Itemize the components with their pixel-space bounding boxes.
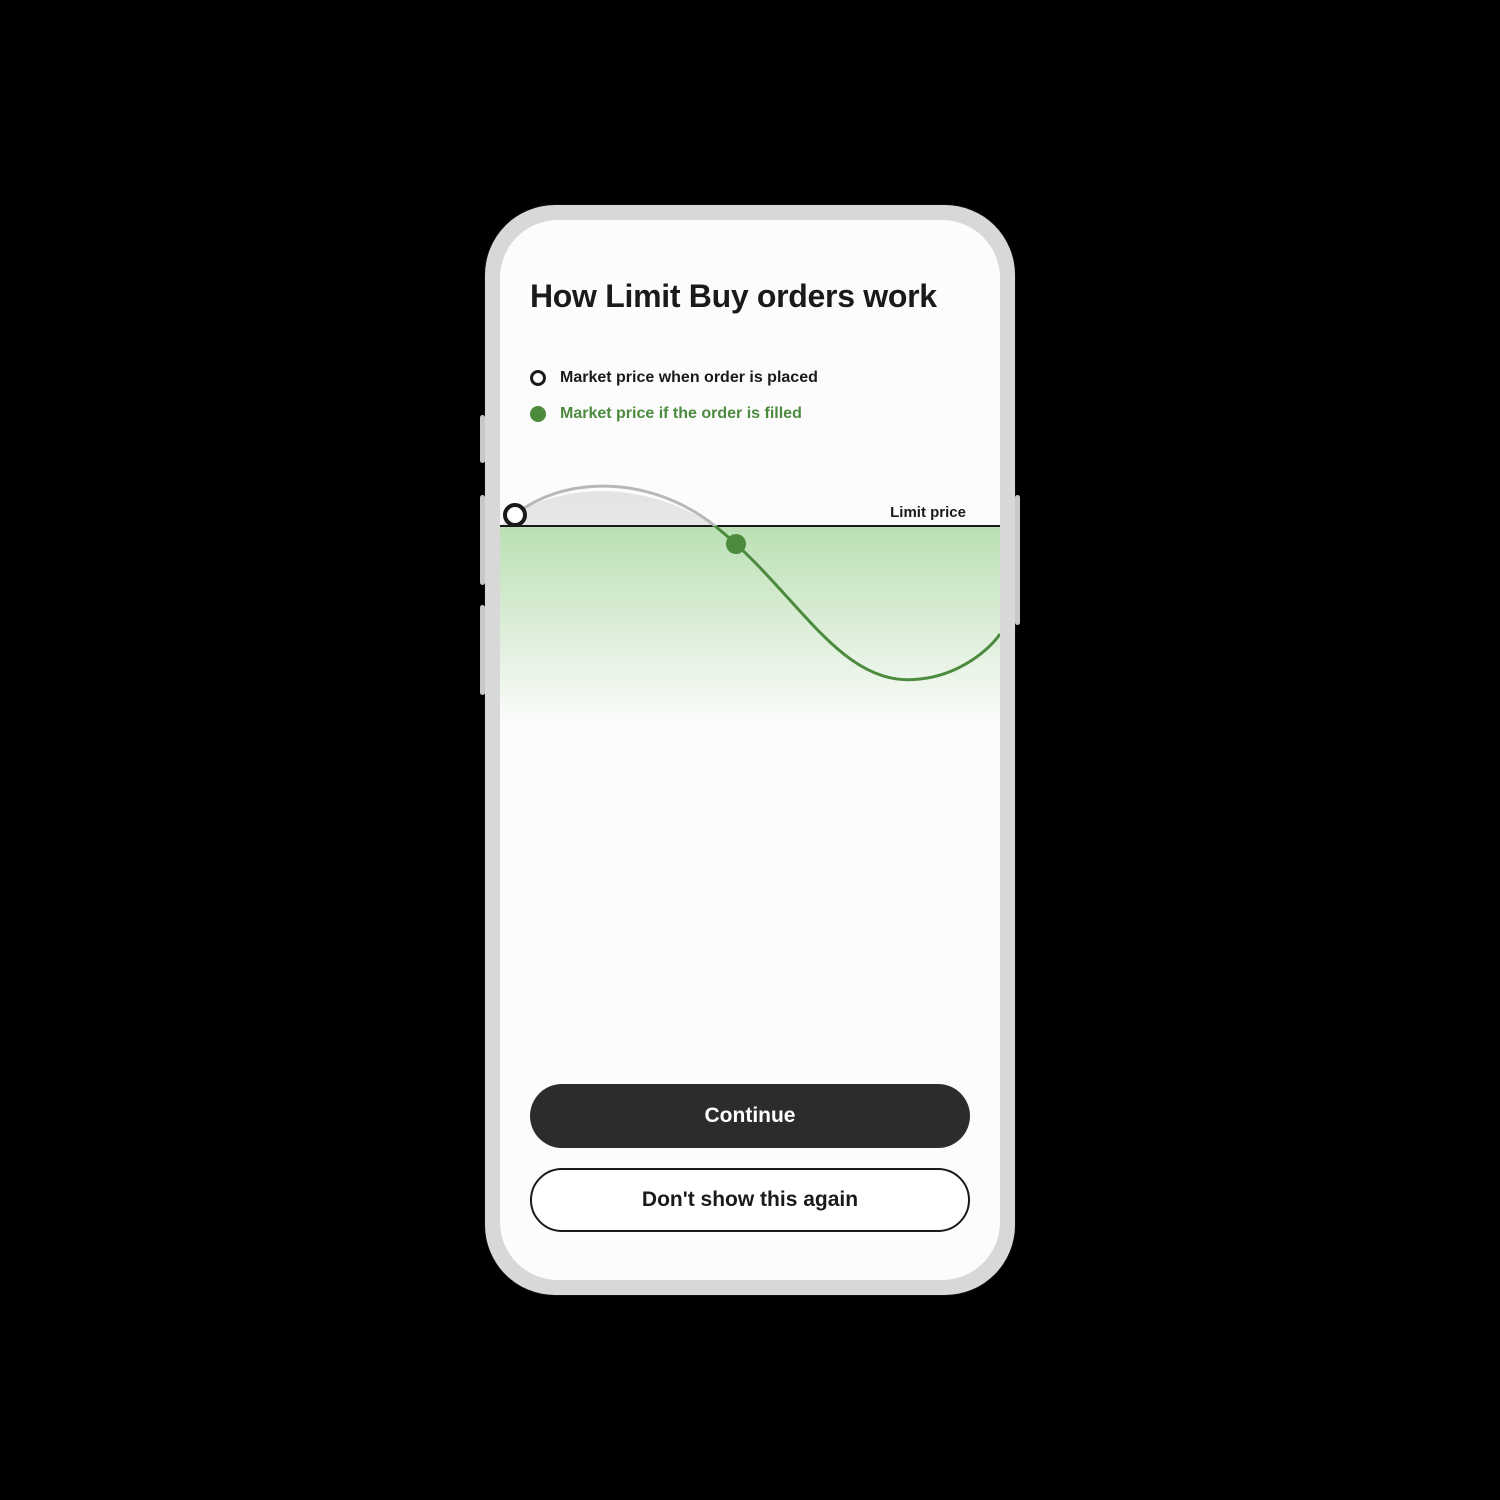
placed-marker-icon	[505, 505, 525, 525]
footer-actions: Continue Don't show this again	[500, 1084, 1000, 1280]
screen: How Limit Buy orders work Market price w…	[500, 220, 1000, 1280]
page-title: How Limit Buy orders work	[530, 278, 970, 315]
legend-placed: Market price when order is placed	[530, 369, 970, 387]
volume-down-button	[480, 605, 485, 695]
legend-filled-label: Market price if the order is filled	[560, 405, 802, 423]
mute-switch	[480, 415, 485, 463]
volume-up-button	[480, 495, 485, 585]
chart-svg	[500, 479, 1000, 759]
legend-filled: Market price if the order is filled	[530, 405, 970, 423]
continue-button[interactable]: Continue	[530, 1084, 970, 1148]
filled-marker-icon	[726, 534, 746, 554]
hollow-circle-icon	[530, 370, 546, 386]
power-button	[1015, 495, 1020, 625]
phone-frame: How Limit Buy orders work Market price w…	[485, 205, 1015, 1295]
limit-price-label: Limit price	[890, 504, 966, 521]
filled-circle-icon	[530, 406, 546, 422]
dont-show-again-button[interactable]: Don't show this again	[530, 1168, 970, 1232]
price-chart: Limit price	[530, 479, 970, 759]
legend: Market price when order is placed Market…	[530, 369, 970, 423]
legend-placed-label: Market price when order is placed	[560, 369, 818, 387]
